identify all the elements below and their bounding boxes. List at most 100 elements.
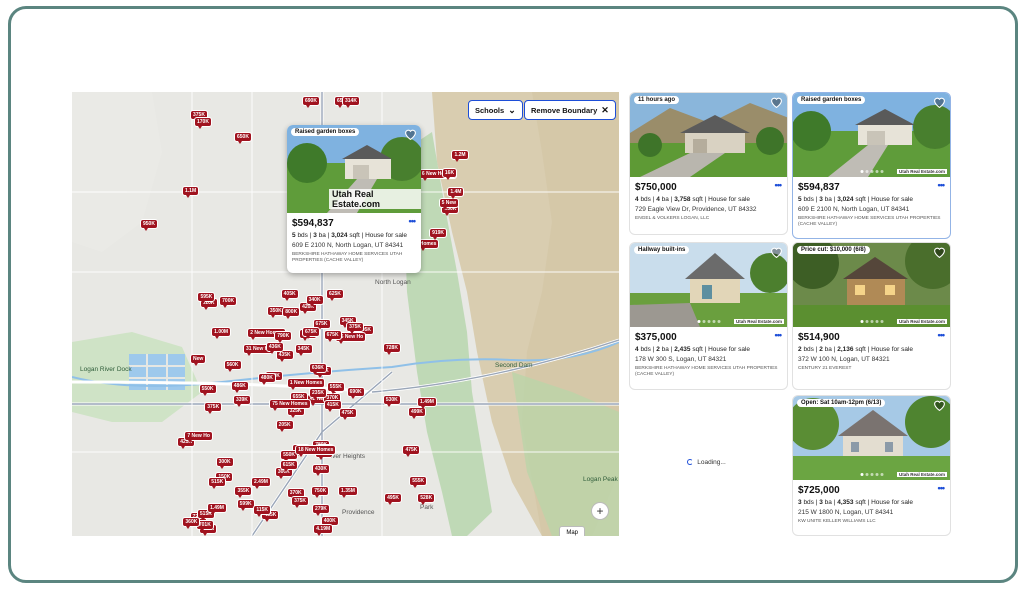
price-pin[interactable]: 205K <box>275 420 294 433</box>
listing-photo[interactable]: Hallway built-ins Utah Real Estate.com <box>630 243 787 327</box>
listing-photo[interactable]: 11 hours ago <box>630 93 787 177</box>
price-pin[interactable]: 675K <box>302 327 320 340</box>
price-pin[interactable]: 436K <box>265 342 284 355</box>
heart-icon[interactable] <box>932 245 946 259</box>
price-pin[interactable]: 115K <box>253 504 272 517</box>
price-pin[interactable]: 690K <box>346 386 365 399</box>
price-pin[interactable]: 405K <box>280 289 299 302</box>
zoom-in-button[interactable]: + <box>591 502 609 520</box>
more-options-icon[interactable]: ••• <box>409 216 417 226</box>
price-pin[interactable]: 1.49M <box>207 502 227 515</box>
listing-photo[interactable]: Raised garden boxes Utah Real Estate.com <box>793 93 950 177</box>
listing-card[interactable]: 11 hours ago $750,000 ••• 4 bds | 4 ba |… <box>629 92 788 235</box>
heart-icon[interactable] <box>769 245 783 259</box>
price-pin[interactable]: 1.2M <box>451 150 469 163</box>
price-pin[interactable]: 375K <box>291 496 310 509</box>
more-options-icon[interactable]: ••• <box>775 180 783 190</box>
listing-card[interactable]: Open: Sat 10am-12pm (6/13) Utah Real Est… <box>792 395 951 536</box>
price-pin[interactable]: 636K <box>308 362 327 375</box>
price-pin[interactable]: 475K <box>338 407 357 420</box>
remove-boundary-button[interactable]: Remove Boundary ✕ <box>524 100 616 120</box>
listing-photo[interactable]: Price cut: $10,000 (6/8) Utah Real Estat… <box>793 243 950 327</box>
price-pin[interactable]: 550K <box>198 383 217 396</box>
price-pin[interactable]: 690K <box>302 96 320 108</box>
price-pin[interactable]: 675K <box>323 329 342 342</box>
price-pin[interactable]: 314K <box>342 96 360 108</box>
price-pin[interactable]: 650K <box>234 132 252 144</box>
price-pin[interactable]: New <box>190 354 207 367</box>
schools-filter-button[interactable]: Schools ⌄ <box>468 100 523 120</box>
place-label: Park <box>420 504 434 511</box>
price-pin[interactable]: 595K <box>197 292 216 305</box>
price-pin[interactable]: 555K <box>326 381 345 394</box>
price-pin[interactable]: 7 New Ho <box>184 431 213 444</box>
price-pin[interactable]: 340K <box>305 295 324 308</box>
price-pin[interactable]: 1.1M <box>182 186 200 198</box>
listing-photo[interactable]: Raised garden boxes Utah Real Estate.com <box>287 125 421 213</box>
price-pin[interactable]: 625K <box>325 288 344 301</box>
heart-icon[interactable] <box>932 398 946 412</box>
price-pin[interactable]: 728K <box>382 342 401 355</box>
listing-card[interactable]: Price cut: $10,000 (6/8) Utah Real Estat… <box>792 242 951 390</box>
price-pin[interactable]: 5 New <box>438 197 460 210</box>
map-popup-card[interactable]: Raised garden boxes Utah Real Estate.com… <box>287 125 421 273</box>
price-pin[interactable]: 430K <box>312 463 330 476</box>
photo-carousel-dots[interactable] <box>860 320 883 323</box>
price-pin[interactable]: 560K <box>223 359 242 372</box>
heart-icon[interactable] <box>769 95 783 109</box>
price-pin[interactable]: 1.35M <box>338 486 358 499</box>
price-pin[interactable]: 345K <box>294 343 313 356</box>
price-pin[interactable]: 355K <box>234 486 253 499</box>
price-pin[interactable]: 375K <box>346 321 365 334</box>
price-pin[interactable]: 790K <box>274 331 293 344</box>
price-pin[interactable]: 170K <box>194 117 212 129</box>
map-type-button[interactable]: Map <box>559 526 585 536</box>
price-pin[interactable]: 235K <box>309 388 327 401</box>
price-pin[interactable]: 950K <box>140 219 158 231</box>
price-pin[interactable]: 515K <box>208 477 227 490</box>
price-pin[interactable]: 2.49M <box>251 476 271 489</box>
more-options-icon[interactable]: ••• <box>775 330 783 340</box>
price-pin[interactable]: 555K <box>409 475 428 488</box>
listing-photo[interactable]: Open: Sat 10am-12pm (6/13) Utah Real Est… <box>793 396 950 480</box>
price-pin[interactable]: 375K <box>204 401 223 414</box>
listing-results[interactable]: 11 hours ago $750,000 ••• 4 bds | 4 ba |… <box>627 92 955 536</box>
price-pin[interactable]: 486K <box>230 381 249 394</box>
listing-card[interactable]: Hallway built-ins Utah Real Estate.com $… <box>629 242 788 390</box>
more-options-icon[interactable]: ••• <box>938 330 946 340</box>
price-pin[interactable]: 4.19M <box>313 524 334 536</box>
price-pin[interactable]: 615K <box>279 460 298 473</box>
price-pin[interactable]: 919K <box>429 227 448 240</box>
listing-info: $725,000 ••• 3 bds | 3 ba | 4,353 sqft |… <box>793 480 950 529</box>
price-pin[interactable]: 300K <box>215 456 234 469</box>
photo-carousel-dots[interactable] <box>860 473 883 476</box>
map-panel[interactable]: Logan River Dock Second Dam Logan Peak N… <box>72 92 619 536</box>
price-pin[interactable]: 1 New Homes <box>286 377 326 390</box>
price-pin[interactable]: 1.49M <box>417 397 437 410</box>
price-pin[interactable]: 495K <box>384 493 403 506</box>
price-pin[interactable]: 475K <box>402 445 421 458</box>
heart-icon[interactable] <box>403 127 417 141</box>
price-pin[interactable]: 360K <box>182 517 201 530</box>
price-pin[interactable]: 750K <box>311 486 330 499</box>
price-pin[interactable]: 18 New Homes <box>295 445 337 458</box>
price-pin[interactable]: 480K <box>257 372 276 385</box>
price-pin[interactable]: 339K <box>232 395 251 408</box>
price-pin[interactable]: 16K <box>441 167 458 180</box>
price-pin[interactable]: 528K <box>417 493 436 505</box>
price-pin[interactable]: 1.00M <box>211 326 232 339</box>
photo-carousel-dots[interactable] <box>860 170 883 173</box>
price-pin[interactable]: 530K <box>382 395 401 408</box>
price-pin[interactable]: 599K <box>236 499 255 512</box>
listing-card[interactable]: Raised garden boxes Utah Real Estate.com… <box>792 92 951 239</box>
price-pin[interactable]: 1.4M <box>447 187 465 200</box>
price-pin[interactable]: 700K <box>219 295 238 308</box>
photo-carousel-dots[interactable] <box>697 320 720 323</box>
price-pin[interactable]: 800K <box>282 306 301 319</box>
price-pin[interactable]: 279K <box>311 504 330 517</box>
more-options-icon[interactable]: ••• <box>938 180 946 190</box>
price-pin[interactable]: 75 New Homes <box>269 399 311 412</box>
listing-address: 178 W 300 S, Logan, UT 84321 <box>635 356 727 363</box>
more-options-icon[interactable]: ••• <box>938 483 946 493</box>
heart-icon[interactable] <box>932 95 946 109</box>
